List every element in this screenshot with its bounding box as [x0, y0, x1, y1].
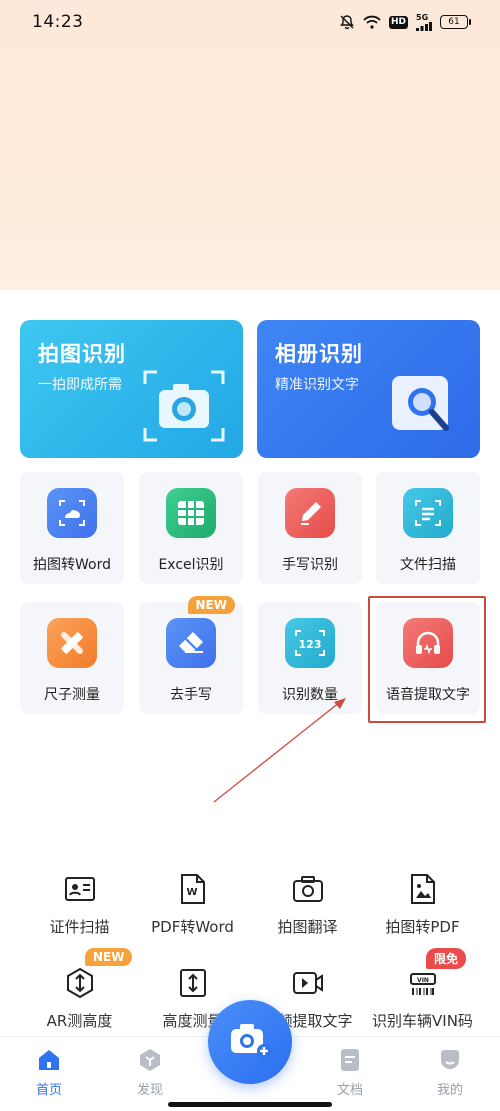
annotation-arrow	[213, 698, 346, 803]
nav-label: 文档	[336, 1083, 363, 1098]
tool-id-scan[interactable]: 证件扫描	[17, 872, 142, 942]
svg-text:W: W	[186, 887, 197, 898]
new-badge: NEW	[85, 948, 133, 966]
camera-fab-button[interactable]	[208, 1000, 292, 1084]
document-icon	[337, 1047, 363, 1073]
camera-plus-icon	[228, 1021, 272, 1063]
id-card-icon	[63, 872, 97, 906]
tool-label: 证件扫描	[49, 918, 110, 936]
home-icon	[36, 1047, 62, 1073]
tool-label: 识别车辆VIN码	[372, 1012, 473, 1030]
free-badge: 限免	[426, 948, 467, 969]
nav-profile[interactable]: 我的	[420, 1047, 480, 1098]
photo-to-pdf-icon	[406, 872, 440, 906]
pdf-to-word-icon: W	[176, 872, 210, 906]
tool-ar-height[interactable]: NEW AR测高度	[17, 948, 142, 1036]
photo-translate-icon	[291, 872, 325, 906]
tool-pdf-to-word[interactable]: W PDF转Word	[130, 872, 255, 942]
tool-vin-code[interactable]: 限免 VIN 识别车辆VIN码	[360, 948, 485, 1036]
profile-icon	[437, 1047, 463, 1073]
nav-discover[interactable]: 发现	[120, 1047, 180, 1098]
nav-home[interactable]: 首页	[19, 1047, 79, 1098]
nav-documents[interactable]: 文档	[320, 1047, 380, 1098]
tool-photo-translate[interactable]: 拍图翻译	[245, 872, 370, 942]
ar-height-icon	[63, 966, 97, 1000]
tool-label: 拍图转PDF	[385, 918, 460, 936]
vin-code-icon: VIN	[406, 966, 440, 1000]
discover-icon	[137, 1047, 163, 1073]
tool-label: 拍图翻译	[277, 918, 338, 936]
home-indicator	[168, 1102, 332, 1107]
svg-text:VIN: VIN	[417, 977, 429, 984]
video-extract-icon	[291, 966, 325, 1000]
height-measure-icon	[176, 966, 210, 1000]
tool-photo-to-pdf[interactable]: 拍图转PDF	[360, 872, 485, 942]
nav-label: 首页	[35, 1083, 62, 1098]
tool-label: PDF转Word	[151, 918, 234, 936]
tool-label: AR测高度	[46, 1012, 113, 1030]
nav-label: 发现	[136, 1083, 163, 1098]
nav-label: 我的	[436, 1083, 463, 1098]
